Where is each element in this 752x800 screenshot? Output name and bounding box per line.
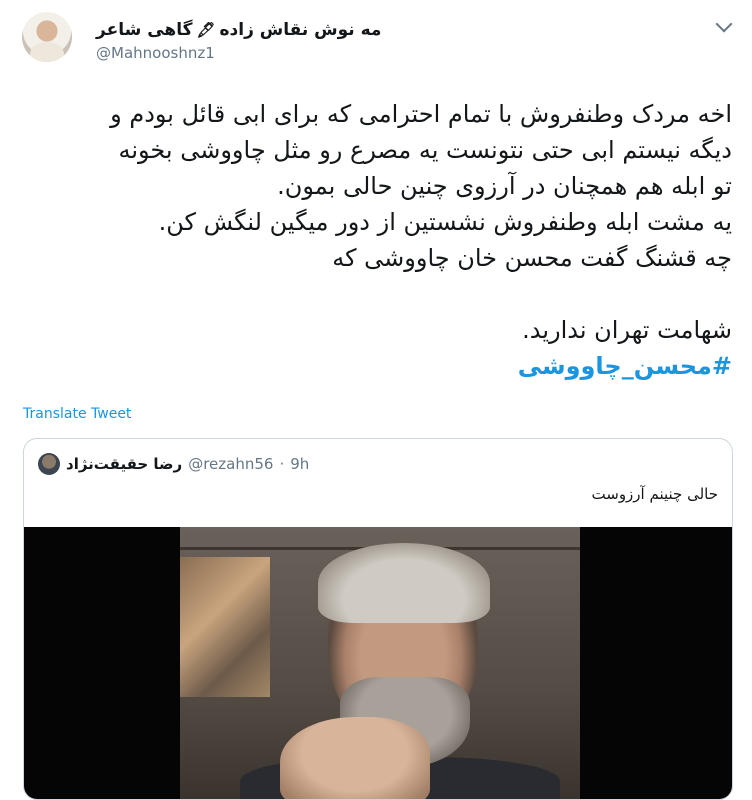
tweet-text: اخه مردک وطنفروش با تمام احترامی که برای… [24, 96, 732, 384]
quoted-separator: · [279, 455, 285, 473]
quoted-tweet[interactable]: رضا حقیقت‌نژاد @rezahn56 · 9h حالی چنینم… [23, 438, 733, 800]
tweet-line: دیگه نیستم ابی حتی نتونست یه مصرع رو مثل… [118, 136, 732, 164]
author-name-suffix: گاهی شاعر [96, 20, 193, 40]
tweet-line: شهامت تهران ندارید. [522, 316, 732, 344]
quoted-video[interactable] [24, 527, 732, 799]
quoted-time: 9h [290, 455, 310, 473]
tweet-line: اخه مردک وطنفروش با تمام احترامی که برای… [110, 100, 732, 128]
tweet-line: تو ابله هم همچنان در آرزوی چنین حالی بمو… [277, 172, 732, 200]
chevron-down-icon[interactable] [715, 15, 733, 33]
wall-painting [180, 557, 270, 697]
quoted-author-name: رضا حقیقت‌نژاد [66, 455, 183, 473]
tweet-line: یه مشت ابله وطنفروش نشستین از دور میگین … [158, 208, 732, 236]
quoted-tweet-header: رضا حقیقت‌نژاد @rezahn56 · 9h [38, 453, 309, 475]
tweet-line: چه قشنگ گفت محسن خان چاووشی که [332, 244, 732, 272]
hashtag-link[interactable]: #محسن_چاووشی [24, 348, 732, 384]
quoted-tweet-text: حالی چنینم آرزوست [591, 485, 718, 503]
pen-icon: 🖋 [196, 21, 216, 39]
author-display-name: مه نوش نقاش زاده [219, 20, 382, 40]
translate-tweet-link[interactable]: Translate Tweet [23, 406, 131, 422]
video-frame [180, 527, 580, 799]
author-handle[interactable]: @Mahnooshnz1 [96, 44, 215, 62]
quoted-avatar [38, 453, 60, 475]
quoted-author-handle: @rezahn56 [188, 455, 274, 473]
author-avatar[interactable] [22, 12, 72, 62]
author-name[interactable]: مه نوش نقاش زاده 🖋 گاهی شاعر [96, 20, 381, 40]
